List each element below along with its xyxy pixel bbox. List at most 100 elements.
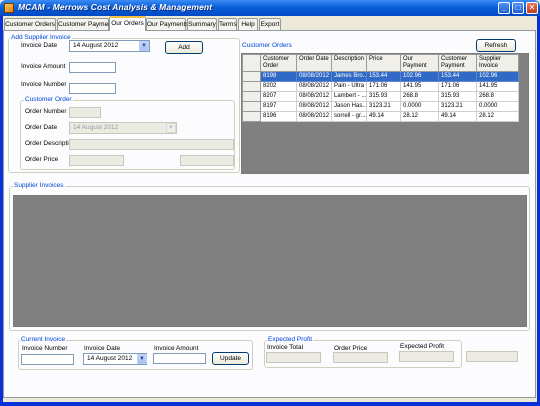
- order-price-label: Order Price: [25, 156, 59, 163]
- tab-customer-payments[interactable]: Customer Payments: [57, 18, 117, 30]
- title-bar[interactable]: MCAM - Merrows Cost Analysis & Managemen…: [0, 0, 540, 16]
- table-cell[interactable]: 171.06: [366, 81, 401, 92]
- order-price-field: [69, 155, 124, 166]
- order-price-extra-field: [180, 155, 234, 166]
- column-header[interactable]: Customer Order: [260, 54, 297, 72]
- table-row[interactable]: 8198 08/08/2012 James Bro... 153.44 102.…: [242, 71, 519, 82]
- table-cell[interactable]: 3123.21: [438, 101, 477, 112]
- table-cell[interactable]: 315.93: [438, 91, 477, 102]
- table-cell[interactable]: 102.96: [476, 71, 519, 82]
- maximize-icon[interactable]: □: [512, 2, 524, 14]
- order-date-value: 14 August 2012: [73, 124, 119, 131]
- column-header[interactable]: Customer Payment: [438, 54, 477, 72]
- chevron-down-icon: ▼: [166, 123, 176, 133]
- table-cell[interactable]: 49.14: [366, 111, 401, 122]
- current-invoice-date-value: 14 August 2012: [87, 355, 133, 362]
- table-cell[interactable]: 08/08/2012: [296, 111, 332, 122]
- table-row[interactable]: 8196 08/08/2012 sorrell - gr... 49.14 28…: [242, 111, 519, 122]
- window-title: MCAM - Merrows Cost Analysis & Managemen…: [18, 2, 213, 12]
- expected-profit-label: Expected Profit: [400, 343, 445, 350]
- add-button[interactable]: Add: [165, 41, 203, 54]
- tab-our-payments[interactable]: Our Payments: [146, 18, 189, 30]
- invoice-date-picker[interactable]: 14 August 2012: [69, 40, 150, 52]
- table-cell[interactable]: 8207: [260, 91, 297, 102]
- table-cell[interactable]: 8202: [260, 81, 297, 92]
- row-header[interactable]: [242, 71, 261, 82]
- table-row[interactable]: 8202 08/08/2012 Pain - Ultra 171.06 141.…: [242, 81, 519, 92]
- table-cell[interactable]: 268.8: [476, 91, 519, 102]
- table-cell[interactable]: 8198: [260, 71, 297, 82]
- table-cell[interactable]: 315.93: [366, 91, 401, 102]
- table-row[interactable]: 8207 08/08/2012 Lambert - ... 315.93 268…: [242, 91, 519, 102]
- invoice-number-input[interactable]: [69, 83, 116, 94]
- current-invoice-amount-label: Invoice Amount: [154, 345, 199, 352]
- table-cell[interactable]: 153.44: [438, 71, 477, 82]
- table-cell[interactable]: 102.96: [400, 71, 439, 82]
- table-cell[interactable]: 141.95: [476, 81, 519, 92]
- tab-terms[interactable]: Terms: [218, 18, 237, 30]
- table-cell[interactable]: 08/08/2012: [296, 81, 332, 92]
- current-invoice-number-input[interactable]: [21, 354, 74, 365]
- supplier-invoices-grid[interactable]: [13, 195, 527, 327]
- close-icon[interactable]: ✕: [526, 2, 538, 14]
- row-header[interactable]: [242, 81, 261, 92]
- table-cell[interactable]: 8197: [260, 101, 297, 112]
- current-invoice-title: Current Invoice: [20, 336, 67, 344]
- customer-orders-grid[interactable]: Customer Order Order Date Description Pr…: [241, 53, 529, 174]
- refresh-button[interactable]: Refresh: [476, 39, 516, 52]
- add-supplier-invoice-title: Add Supplier Invoice: [10, 34, 72, 42]
- table-cell[interactable]: 08/08/2012: [296, 91, 332, 102]
- table-cell[interactable]: 0.0000: [400, 101, 439, 112]
- table-cell[interactable]: Jason Has...: [331, 101, 367, 112]
- supplier-invoices-title: Supplier Invoices: [13, 182, 65, 190]
- row-header[interactable]: [242, 101, 261, 112]
- table-cell[interactable]: Lambert - ...: [331, 91, 367, 102]
- table-cell[interactable]: 28.12: [400, 111, 439, 122]
- table-cell[interactable]: 28.12: [476, 111, 519, 122]
- invoice-number-label: Invoice Number: [21, 81, 67, 88]
- invoice-amount-label: Invoice Amount: [21, 63, 66, 70]
- order-number-label: Order Number: [25, 108, 67, 115]
- minimize-icon[interactable]: _: [498, 2, 510, 14]
- current-invoice-number-label: Invoice Number: [22, 345, 68, 352]
- table-cell[interactable]: 0.0000: [476, 101, 519, 112]
- tab-our-orders[interactable]: Our Orders: [109, 16, 146, 31]
- row-header[interactable]: [242, 111, 261, 122]
- order-description-field: [69, 139, 234, 150]
- table-cell[interactable]: James Bro...: [331, 71, 367, 82]
- table-cell[interactable]: 268.8: [400, 91, 439, 102]
- current-invoice-amount-input[interactable]: [153, 353, 206, 364]
- tab-export[interactable]: Export: [259, 18, 281, 30]
- chevron-down-icon[interactable]: ▼: [137, 354, 147, 364]
- tab-summary[interactable]: Summary: [187, 18, 217, 30]
- expected-profit-field: [399, 351, 454, 362]
- row-header[interactable]: [242, 91, 261, 102]
- chevron-down-icon[interactable]: ▼: [139, 41, 149, 51]
- column-header[interactable]: Order Date: [296, 54, 332, 72]
- order-number-field: [69, 107, 101, 118]
- table-cell[interactable]: 49.14: [438, 111, 477, 122]
- profit-order-price-field: [333, 352, 388, 363]
- table-cell[interactable]: 141.95: [400, 81, 439, 92]
- invoice-amount-input[interactable]: [69, 62, 116, 73]
- update-button[interactable]: Update: [212, 352, 249, 365]
- customer-orders-title: Customer Orders: [242, 42, 292, 49]
- column-header[interactable]: Description: [331, 54, 367, 72]
- table-cell[interactable]: sorrell - gr...: [331, 111, 367, 122]
- column-header[interactable]: Price: [366, 54, 401, 72]
- table-cell[interactable]: 08/08/2012: [296, 101, 332, 112]
- table-cell[interactable]: 8196: [260, 111, 297, 122]
- table-cell[interactable]: 08/08/2012: [296, 71, 332, 82]
- table-cell[interactable]: 171.06: [438, 81, 477, 92]
- column-header[interactable]: Supplier Invoice: [476, 54, 519, 72]
- order-date-picker: 14 August 2012: [69, 122, 177, 134]
- column-header[interactable]: Our Payment: [400, 54, 439, 72]
- tab-customer-orders[interactable]: Customer Orders: [4, 18, 56, 30]
- table-row[interactable]: 8197 08/08/2012 Jason Has... 3123.21 0.0…: [242, 101, 519, 112]
- tab-help[interactable]: Help: [238, 18, 258, 30]
- table-cell[interactable]: 3123.21: [366, 101, 401, 112]
- table-cell[interactable]: Pain - Ultra: [331, 81, 367, 92]
- window-frame-bottom: [0, 402, 540, 406]
- table-cell[interactable]: 153.44: [366, 71, 401, 82]
- app-icon: [4, 3, 14, 13]
